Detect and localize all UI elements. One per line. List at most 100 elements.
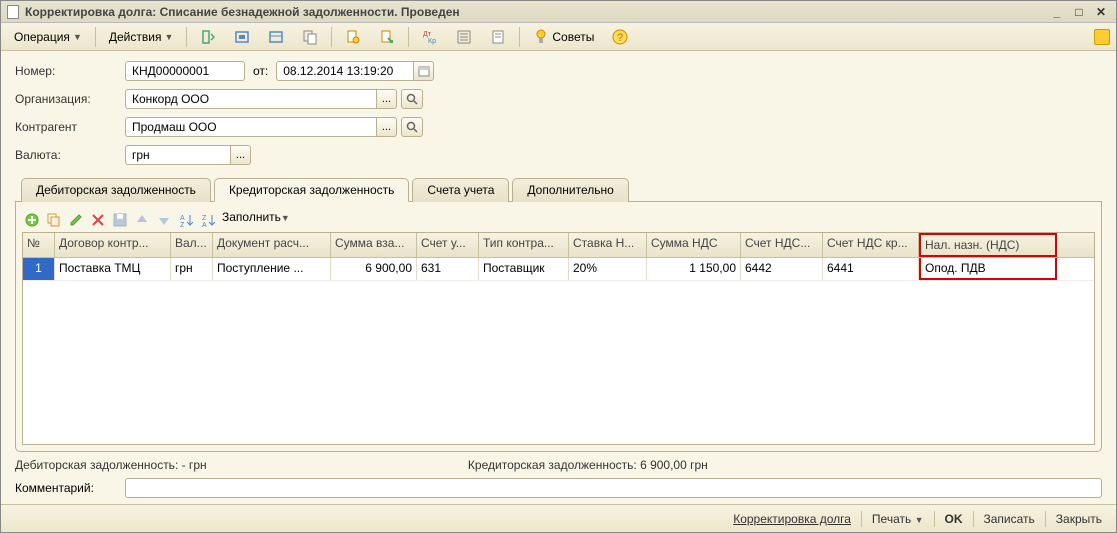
- help-button[interactable]: ?: [605, 26, 635, 48]
- date-label: от:: [253, 64, 268, 78]
- toolbar-btn-5[interactable]: [338, 26, 368, 48]
- save-icon[interactable]: [112, 212, 128, 228]
- sort-desc-icon[interactable]: ZA: [200, 212, 216, 228]
- sort-asc-icon[interactable]: AZ: [178, 212, 194, 228]
- tab-debit[interactable]: Дебиторская задолженность: [21, 178, 211, 202]
- maximize-button[interactable]: □: [1070, 4, 1088, 20]
- col-n[interactable]: №: [23, 233, 55, 257]
- table-row[interactable]: 1 Поставка ТМЦ грн Поступление ... 6 900…: [23, 258, 1094, 281]
- cell-n: 1: [23, 258, 55, 280]
- currency-select-button[interactable]: ...: [231, 145, 251, 165]
- debit-summary: Дебиторская задолженность: - грн: [15, 458, 468, 472]
- tab-credit[interactable]: Кредиторская задолженность: [214, 178, 409, 202]
- actions-menu[interactable]: Действия▼: [102, 26, 181, 48]
- add-row-icon[interactable]: [24, 212, 40, 228]
- move-up-icon[interactable]: [134, 212, 150, 228]
- cell-nds[interactable]: 1 150,00: [647, 258, 741, 280]
- cell-currency[interactable]: грн: [171, 258, 213, 280]
- org-field[interactable]: [125, 89, 377, 109]
- separator: [973, 511, 974, 527]
- cell-doc[interactable]: Поступление ...: [213, 258, 331, 280]
- number-input[interactable]: [130, 63, 240, 79]
- svg-text:?: ?: [617, 32, 623, 44]
- col-nds[interactable]: Сумма НДС: [647, 233, 741, 257]
- col-currency[interactable]: Вал...: [171, 233, 213, 257]
- contr-select-button[interactable]: ...: [377, 117, 397, 137]
- org-open-button[interactable]: [401, 89, 423, 109]
- separator: [1045, 511, 1046, 527]
- toolbar-btn-dtkr[interactable]: ДтКр: [415, 26, 445, 48]
- move-down-icon[interactable]: [156, 212, 172, 228]
- toolbar-btn-1[interactable]: [193, 26, 223, 48]
- row-comment: Комментарий:: [15, 478, 1102, 498]
- grid-body[interactable]: 1 Поставка ТМЦ грн Поступление ... 6 900…: [23, 258, 1094, 444]
- org-input[interactable]: [130, 91, 372, 107]
- toolbar-btn-list[interactable]: [449, 26, 479, 48]
- tips-button[interactable]: Советы: [526, 26, 601, 48]
- contr-field[interactable]: [125, 117, 377, 137]
- svg-text:A: A: [202, 222, 207, 228]
- tab-accounts[interactable]: Счета учета: [412, 178, 509, 202]
- cell-sum[interactable]: 6 900,00: [331, 258, 417, 280]
- minimize-button[interactable]: _: [1048, 4, 1066, 20]
- toolbar-btn-6[interactable]: [372, 26, 402, 48]
- cell-nazn[interactable]: Опод. ПДВ: [919, 258, 1057, 280]
- fill-menu[interactable]: Заполнить▼: [222, 210, 290, 230]
- close-button[interactable]: Закрыть: [1052, 512, 1106, 526]
- grid-header: № Договор контр... Вал... Документ расч.…: [23, 233, 1094, 258]
- currency-field[interactable]: [125, 145, 231, 165]
- row-number: Номер: от:: [15, 61, 1102, 81]
- edit-row-icon[interactable]: [68, 212, 84, 228]
- comment-input[interactable]: [130, 480, 1097, 496]
- date-input[interactable]: [281, 63, 409, 79]
- number-field[interactable]: [125, 61, 245, 81]
- cell-accnds[interactable]: 6442: [741, 258, 823, 280]
- contr-label: Контрагент: [15, 120, 125, 134]
- chevron-down-icon: ▼: [281, 213, 290, 223]
- date-picker-button[interactable]: [414, 61, 434, 81]
- toolbar-btn-2[interactable]: [227, 26, 257, 48]
- save-button[interactable]: Записать: [980, 512, 1039, 526]
- org-select-button[interactable]: ...: [377, 89, 397, 109]
- close-button[interactable]: ✕: [1092, 4, 1110, 20]
- tab-panel: AZ ZA Заполнить▼ № Договор контр... Вал.…: [15, 202, 1102, 452]
- warning-indicator[interactable]: [1094, 29, 1110, 45]
- col-sum[interactable]: Сумма вза...: [331, 233, 417, 257]
- col-accndskr[interactable]: Счет НДС кр...: [823, 233, 919, 257]
- cell-rate[interactable]: 20%: [569, 258, 647, 280]
- doc-link[interactable]: Корректировка долга: [729, 512, 855, 526]
- cell-contract[interactable]: Поставка ТМЦ: [55, 258, 171, 280]
- delete-row-icon[interactable]: [90, 212, 106, 228]
- col-acc[interactable]: Счет у...: [417, 233, 479, 257]
- toolbar-btn-report[interactable]: [483, 26, 513, 48]
- tab-extra[interactable]: Дополнительно: [512, 178, 628, 202]
- col-type[interactable]: Тип контра...: [479, 233, 569, 257]
- tips-label: Советы: [552, 30, 594, 44]
- date-field[interactable]: [276, 61, 414, 81]
- col-doc[interactable]: Документ расч...: [213, 233, 331, 257]
- toolbar-btn-4[interactable]: [295, 26, 325, 48]
- comment-field[interactable]: [125, 478, 1102, 498]
- col-accnds[interactable]: Счет НДС...: [741, 233, 823, 257]
- col-nazn[interactable]: Нал. назн. (НДС): [919, 233, 1057, 257]
- currency-input[interactable]: [130, 147, 226, 163]
- print-button[interactable]: Печать ▼: [868, 512, 928, 526]
- content-area: Номер: от: Организация: ... Контрагент .…: [1, 51, 1116, 504]
- toolbar-btn-3[interactable]: [261, 26, 291, 48]
- tabs: Дебиторская задолженность Кредиторская з…: [15, 177, 1102, 202]
- copy-row-icon[interactable]: [46, 212, 62, 228]
- cell-acc[interactable]: 631: [417, 258, 479, 280]
- contr-open-button[interactable]: [401, 117, 423, 137]
- cell-type[interactable]: Поставщик: [479, 258, 569, 280]
- cell-accndskr[interactable]: 6441: [823, 258, 919, 280]
- contr-input[interactable]: [130, 119, 372, 135]
- main-toolbar: Операция▼ Действия▼ ДтКр Советы ?: [1, 23, 1116, 51]
- ok-button[interactable]: OK: [941, 512, 967, 526]
- col-contract[interactable]: Договор контр...: [55, 233, 171, 257]
- operation-menu[interactable]: Операция▼: [7, 26, 89, 48]
- currency-label: Валюта:: [15, 148, 125, 162]
- document-window: Корректировка долга: Списание безнадежно…: [0, 0, 1117, 533]
- grid-toolbar: AZ ZA Заполнить▼: [22, 208, 1095, 232]
- separator: [934, 511, 935, 527]
- col-rate[interactable]: Ставка Н...: [569, 233, 647, 257]
